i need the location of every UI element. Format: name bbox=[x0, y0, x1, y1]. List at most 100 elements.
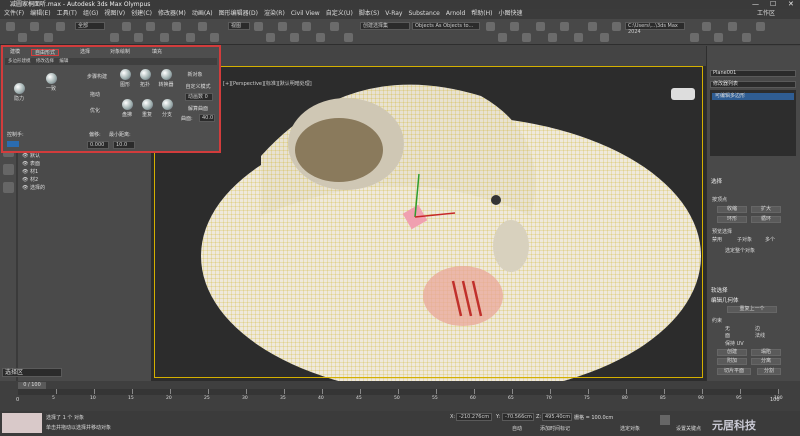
step-build-button[interactable]: 步骤构建 bbox=[85, 73, 109, 80]
topology-button[interactable]: 拓扑 bbox=[137, 69, 153, 88]
tab-selection[interactable]: 选择 bbox=[77, 49, 93, 56]
preserve-uv-checkbox[interactable]: 保持 UV bbox=[725, 340, 744, 347]
menu-item[interactable]: Substance bbox=[408, 10, 439, 17]
toolbar-icon[interactable] bbox=[548, 33, 557, 42]
detach-button[interactable]: 分离 bbox=[751, 358, 781, 365]
min-dist-field[interactable]: 10.0 bbox=[113, 141, 135, 149]
menu-item[interactable]: 图形编辑器(D) bbox=[219, 10, 258, 17]
toolbar-icon[interactable] bbox=[714, 33, 723, 42]
workspace-label[interactable]: 工作区 bbox=[757, 9, 775, 19]
toolbar-icon[interactable] bbox=[172, 22, 181, 31]
perspective-viewport[interactable]: [+][Perspective][标准][默认明暗处理] bbox=[151, 66, 706, 381]
eye-icon[interactable]: 👁 bbox=[22, 153, 30, 159]
auto-key-button[interactable]: 自动 bbox=[512, 425, 522, 432]
menu-item[interactable]: Arnold bbox=[446, 10, 465, 17]
selection-set-dropdown[interactable]: 创建选择集 bbox=[360, 22, 410, 30]
eye-icon[interactable]: 👁 bbox=[22, 161, 30, 167]
toolbar-icon[interactable] bbox=[290, 33, 299, 42]
toolbar-icon[interactable] bbox=[536, 22, 545, 31]
constraint-face-radio[interactable]: 面 bbox=[725, 332, 730, 339]
toolbar-icon[interactable] bbox=[588, 22, 597, 31]
toolbar-icon[interactable] bbox=[122, 22, 131, 31]
subtab-poly-modeling[interactable]: 多边形建模 bbox=[8, 59, 31, 64]
tab-freeform[interactable]: 自由形式 bbox=[31, 49, 60, 56]
menu-item[interactable]: 创建(C) bbox=[131, 10, 152, 17]
repeat-last-button[interactable]: 重复上一个 bbox=[727, 306, 777, 313]
loop-button[interactable]: 循环 bbox=[751, 216, 781, 223]
scene-row[interactable]: 👁 默认 bbox=[22, 153, 142, 159]
grow-button[interactable]: 扩大 bbox=[751, 206, 781, 213]
menu-item[interactable]: 小图快速 bbox=[498, 10, 522, 17]
add-time-tag-button[interactable]: 添加时间标记 bbox=[540, 425, 570, 432]
toolbar-icon[interactable] bbox=[6, 22, 15, 31]
control-swatch[interactable] bbox=[7, 141, 19, 147]
set-key-label[interactable]: 设置关键点 bbox=[676, 425, 701, 432]
toolbar-icon[interactable] bbox=[56, 22, 65, 31]
drag-button[interactable]: 拖动 bbox=[85, 91, 105, 98]
viewcube-icon[interactable] bbox=[671, 88, 695, 100]
subtab-edit[interactable]: 编辑 bbox=[59, 59, 68, 64]
menu-item[interactable]: 帮助(H) bbox=[471, 10, 492, 17]
selection-filter-dropdown[interactable]: 全部 bbox=[75, 22, 105, 30]
maximize-button[interactable]: ☐ bbox=[770, 0, 776, 9]
menu-item[interactable]: 编辑(E) bbox=[30, 10, 50, 17]
toolbar-icon[interactable] bbox=[344, 33, 353, 42]
attach-button[interactable]: 附加 bbox=[717, 358, 747, 365]
modifier-list-dropdown[interactable]: 修改器列表 bbox=[710, 81, 796, 88]
section-edit-geometry[interactable]: 编辑几何体 bbox=[711, 296, 739, 304]
toolbar-icon[interactable] bbox=[198, 22, 207, 31]
menu-item[interactable]: 文件(F) bbox=[4, 10, 24, 17]
x-coord-field[interactable]: -210.276cm bbox=[456, 413, 492, 421]
toolbar-icon[interactable] bbox=[486, 22, 495, 31]
conform-button[interactable]: 一致 bbox=[43, 73, 59, 92]
close-button[interactable]: ✕ bbox=[788, 0, 794, 9]
y-coord-field[interactable]: -70.566cm bbox=[502, 413, 534, 421]
toolbar-icon[interactable] bbox=[574, 33, 583, 42]
optimize-button[interactable]: 优化 bbox=[85, 107, 105, 114]
toolbar-icon[interactable] bbox=[690, 33, 699, 42]
tab-modeling[interactable]: 建模 bbox=[7, 49, 23, 56]
constraint-normal-radio[interactable]: 法线 bbox=[755, 332, 765, 339]
move-tool-icon[interactable] bbox=[3, 164, 14, 175]
toolbar-icon[interactable] bbox=[254, 22, 263, 31]
set-key-icon[interactable] bbox=[660, 415, 670, 425]
toolbar-icon[interactable] bbox=[316, 33, 325, 42]
maxscript-listener[interactable] bbox=[2, 413, 42, 433]
menu-item[interactable]: 工具(T) bbox=[57, 10, 77, 17]
split-button[interactable]: 分割 bbox=[757, 368, 781, 375]
section-soft-selection[interactable]: 软选择 bbox=[711, 286, 728, 294]
tab-object-paint[interactable]: 对象绘制 bbox=[107, 49, 133, 56]
subobj-radio[interactable]: 子对象 bbox=[737, 236, 752, 243]
toolbar-icon[interactable] bbox=[498, 33, 507, 42]
menu-item[interactable]: 修改器(M) bbox=[158, 10, 186, 17]
slice-plane-button[interactable]: 切片平面 bbox=[717, 368, 751, 375]
toolbar-icon[interactable] bbox=[110, 33, 119, 42]
time-slider[interactable]: 0 / 100 bbox=[18, 382, 46, 389]
coil-button[interactable]: 盘拂 bbox=[119, 99, 135, 118]
toolbar-icon[interactable] bbox=[560, 22, 569, 31]
scene-row[interactable]: 👁 选择的 bbox=[22, 185, 142, 191]
toolbar-icon[interactable] bbox=[30, 22, 39, 31]
toolbar-icon[interactable] bbox=[210, 33, 219, 42]
z-coord-field[interactable]: 495.40cm bbox=[542, 413, 572, 421]
option-dropdown[interactable]: 动画数 0 bbox=[185, 93, 213, 101]
custom-mode-button[interactable]: 自定义模式 bbox=[181, 83, 215, 90]
create-button[interactable]: 创建 bbox=[717, 349, 747, 356]
layer-dropdown[interactable]: 选择区 bbox=[2, 368, 62, 377]
object-name-field[interactable]: Plane001 bbox=[710, 70, 796, 77]
toolbar-icon[interactable] bbox=[278, 22, 287, 31]
track-bar[interactable]: 5 10 15 20 25 30 35 40 45 50 55 60 65 70 75 80 85 90 95 100 bbox=[18, 389, 783, 401]
new-object-button[interactable]: 新对象 bbox=[181, 71, 209, 78]
toolbar-icon[interactable] bbox=[612, 22, 621, 31]
constraint-edge-radio[interactable]: 边 bbox=[755, 325, 760, 332]
scene-row[interactable]: 👁 材2 bbox=[22, 177, 142, 183]
subtab-modify-selection[interactable]: 修改选择 bbox=[36, 59, 54, 64]
branch-button[interactable]: 分支 bbox=[159, 99, 175, 118]
project-path-field[interactable]: C:\Users\...\3ds Max 2024 bbox=[625, 22, 685, 35]
shapes-button[interactable]: 图形 bbox=[117, 69, 133, 88]
ring-button[interactable]: 环形 bbox=[717, 216, 747, 223]
scene-row[interactable]: 👁 表面 bbox=[22, 161, 142, 167]
selected-dropdown[interactable]: 选定对象 bbox=[620, 425, 640, 432]
menu-item[interactable]: 视图(V) bbox=[104, 10, 125, 17]
tab-populate[interactable]: 填充 bbox=[149, 49, 165, 56]
